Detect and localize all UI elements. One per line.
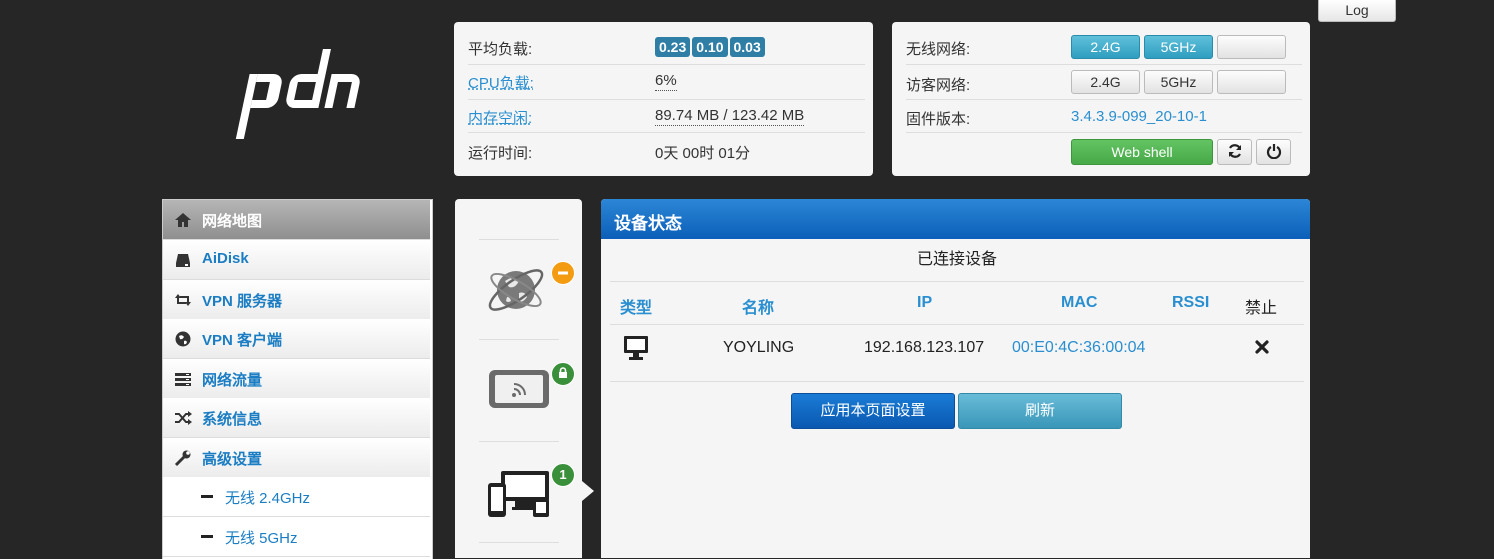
refresh-button[interactable]: 刷新: [958, 393, 1122, 429]
power-icon: [1266, 144, 1281, 160]
load-5min: 0.10: [692, 37, 728, 57]
panel-header: 设备状态: [601, 199, 1310, 239]
divider: [479, 339, 559, 340]
sidebar-item-aidisk[interactable]: AiDisk: [163, 240, 430, 280]
memory-free-link[interactable]: 内存空闲:: [468, 107, 532, 128]
web-shell-button[interactable]: Web shell: [1071, 139, 1213, 165]
router-security-badge: [551, 362, 575, 386]
client-ip: 192.168.123.107: [864, 339, 985, 356]
sidebar-item-network-map[interactable]: 网络地图: [163, 200, 430, 240]
clients-status[interactable]: [487, 469, 553, 519]
panel-title: 设备状态: [614, 214, 682, 233]
memory-free-value[interactable]: 89.74 MB / 123.42 MB: [655, 107, 805, 126]
sidebar-item-advanced-settings[interactable]: 高级设置: [163, 438, 430, 478]
sidebar-item-label: 系统信息: [202, 411, 263, 428]
wifi-24g-button[interactable]: 2.4G: [1071, 35, 1140, 59]
sidebar-subitem-label: 无线 5GHz: [225, 530, 298, 547]
wireless-status-panel: 无线网络: 2.4G 5GHz 访客网络: 2.4G 5GHz 固件版本: 3.…: [892, 22, 1310, 176]
firmware-label: 固件版本:: [906, 111, 971, 128]
column-header-mac[interactable]: MAC: [1061, 294, 1097, 312]
internet-status[interactable]: [483, 257, 553, 327]
random-icon: [175, 411, 192, 425]
home-icon: [175, 213, 191, 227]
sidebar-item-label: VPN 服务器: [202, 293, 283, 310]
table-row: YOYLING 192.168.123.107 00:E0:4C:36:00:0…: [601, 325, 1310, 381]
sidebar-subitem-label: 无线 2.4GHz: [225, 490, 311, 507]
apply-settings-button[interactable]: 应用本页面设置: [791, 393, 955, 429]
block-client-icon[interactable]: [1255, 340, 1269, 354]
padavan-logo: [235, 49, 360, 139]
disk-icon: [176, 254, 190, 267]
desktop-icon: [624, 336, 648, 360]
power-button[interactable]: [1256, 139, 1291, 165]
firmware-version-link[interactable]: 3.4.3.9-099_20-10-1: [1071, 108, 1207, 125]
refresh-icon: [1228, 144, 1241, 158]
router-status[interactable]: [488, 369, 552, 413]
guest-extra-button[interactable]: [1217, 70, 1286, 94]
log-button[interactable]: Log: [1318, 0, 1396, 22]
internet-status-badge: [551, 261, 575, 285]
sidebar-item-traffic[interactable]: 网络流量: [163, 359, 430, 399]
sidebar: 网络地图 AiDisk VPN 服务器 VPN 客户端 网络流量 系统信息 高级…: [162, 199, 433, 559]
load-label: 平均负载:: [468, 41, 533, 58]
sidebar-item-label: VPN 客户端: [202, 332, 283, 349]
divider: [610, 381, 1304, 382]
reboot-button[interactable]: [1217, 139, 1252, 165]
device-category-column: 1: [455, 199, 582, 558]
sidebar-item-label: 高级设置: [202, 451, 263, 468]
lock-icon: [559, 367, 567, 378]
cpu-load-value[interactable]: 6%: [655, 72, 677, 91]
client-name: YOYLING: [723, 339, 795, 356]
load-values: 0.23 0.10 0.03: [655, 37, 767, 57]
sidebar-item-label: 网络地图: [202, 213, 263, 230]
uptime-value: 0天 00时 01分: [655, 145, 751, 162]
sidebar-item-vpn-client[interactable]: VPN 客户端: [163, 319, 430, 359]
selection-pointer: [582, 481, 594, 501]
cpu-load-link[interactable]: CPU负载:: [468, 72, 534, 93]
sidebar-subitem-wireless-5[interactable]: 无线 5GHz: [163, 517, 430, 557]
sidebar-item-label: AiDisk: [202, 250, 249, 267]
guest-label: 访客网络:: [906, 77, 971, 94]
uptime-label: 运行时间:: [468, 145, 533, 162]
column-header-type[interactable]: 类型: [620, 294, 652, 318]
devices-icon: [488, 471, 549, 517]
guest-24g-button[interactable]: 2.4G: [1071, 70, 1140, 94]
divider: [479, 542, 559, 543]
column-header-rssi[interactable]: RSSI: [1172, 294, 1209, 312]
client-count-badge: 1: [551, 463, 575, 487]
column-header-name[interactable]: 名称: [742, 294, 774, 318]
sidebar-item-vpn-server[interactable]: VPN 服务器: [163, 280, 430, 320]
retweet-icon: [175, 294, 191, 306]
minus-icon: [558, 271, 568, 275]
connected-devices-title: 已连接设备: [610, 239, 1304, 282]
router-icon: [489, 370, 549, 408]
wifi-label: 无线网络:: [906, 41, 971, 58]
divider: [479, 441, 559, 442]
load-1min: 0.23: [655, 37, 691, 57]
globe-icon: [175, 331, 191, 347]
load-15min: 0.03: [729, 37, 765, 57]
wifi-5g-button[interactable]: 5GHz: [1144, 35, 1213, 59]
column-header-block: 禁止: [1245, 300, 1278, 317]
device-status-panel: 设备状态 已连接设备 类型 名称 IP MAC RSSI 禁止 YOYLING …: [601, 199, 1310, 558]
internet-globe-icon: [488, 269, 544, 311]
wifi-extra-button[interactable]: [1217, 35, 1286, 59]
tasks-icon: [175, 373, 191, 386]
column-header-ip[interactable]: IP: [917, 294, 932, 312]
sidebar-item-label: 网络流量: [202, 372, 263, 389]
client-mac-link[interactable]: 00:E0:4C:36:00:04: [1012, 339, 1145, 357]
divider: [479, 239, 559, 240]
sidebar-subitem-wireless-24[interactable]: 无线 2.4GHz: [163, 477, 430, 517]
system-status-panel: 平均负载: 0.23 0.10 0.03 CPU负载: 6% 内存空闲: 89.74…: [454, 22, 873, 176]
dash-icon: [201, 495, 213, 498]
sidebar-item-system-info[interactable]: 系统信息: [163, 398, 430, 438]
dash-icon: [201, 535, 213, 538]
wrench-icon: [174, 450, 191, 467]
guest-5g-button[interactable]: 5GHz: [1144, 70, 1213, 94]
